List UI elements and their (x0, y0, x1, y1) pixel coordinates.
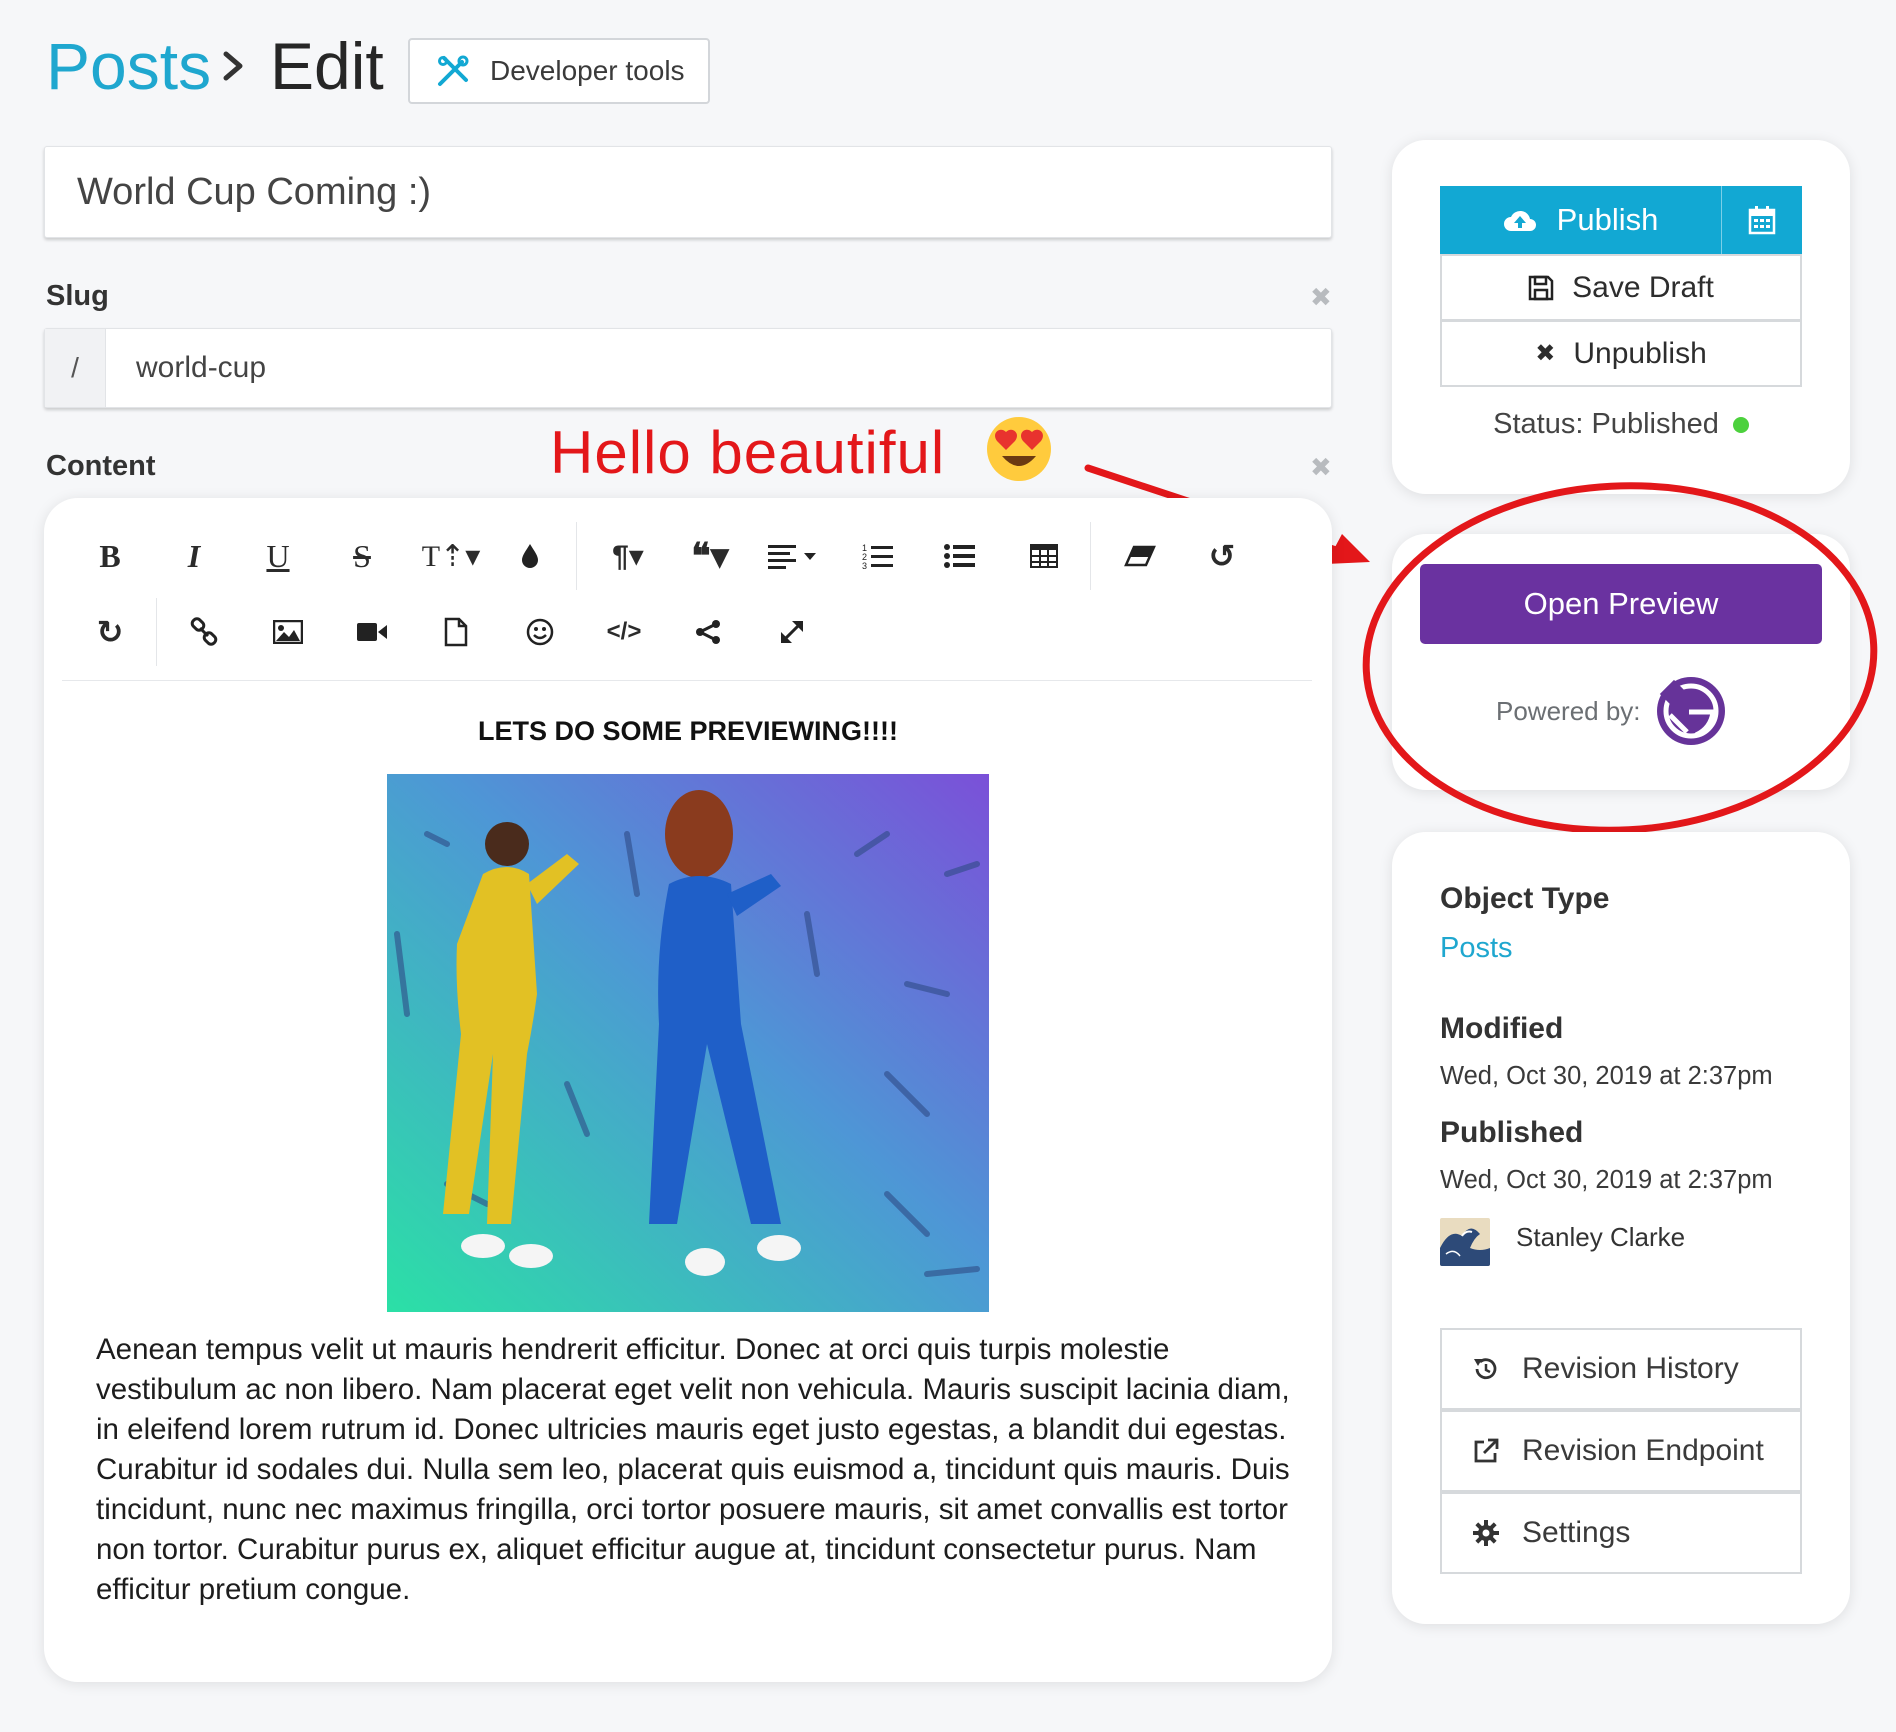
save-draft-label: Save Draft (1572, 270, 1714, 304)
bold-icon[interactable]: B (80, 528, 140, 584)
underline-icon[interactable]: U (248, 528, 308, 584)
share-icon[interactable] (678, 604, 738, 660)
unpublish-button[interactable]: ✖ Unpublish (1440, 320, 1802, 387)
strikethrough-icon[interactable]: S (332, 528, 392, 584)
annotation-ellipse (1362, 482, 1878, 834)
save-draft-button[interactable]: Save Draft (1440, 254, 1802, 321)
link-icon[interactable] (174, 604, 234, 660)
calendar-icon (1748, 206, 1776, 235)
title-input[interactable]: World Cup Coming :) (44, 146, 1332, 238)
cloud-upload-icon (1503, 210, 1536, 231)
paragraph-icon[interactable]: ¶▾ (600, 528, 656, 584)
publish-button[interactable]: Publish (1440, 186, 1722, 254)
author-name: Stanley Clarke (1516, 1222, 1686, 1252)
save-icon (1528, 275, 1554, 300)
emoji-icon[interactable] (510, 604, 570, 660)
tools-icon (438, 55, 469, 86)
toolbar-divider (576, 522, 577, 590)
revision-endpoint-button[interactable]: Revision Endpoint (1440, 1410, 1802, 1492)
content-heading[interactable]: LETS DO SOME PREVIEWING!!!! (44, 716, 1332, 747)
content-label: Content (46, 450, 156, 482)
fullscreen-icon[interactable] (762, 604, 822, 660)
unpublish-label: Unpublish (1573, 336, 1707, 370)
unordered-list-icon[interactable] (930, 528, 990, 584)
code-icon[interactable]: </> (594, 604, 654, 660)
status-text: Status: Published (1440, 408, 1802, 441)
author-avatar[interactable] (1440, 1218, 1490, 1266)
dancing-gif-image[interactable] (387, 774, 989, 1312)
slug-prefix: / (45, 329, 106, 407)
settings-label: Settings (1522, 1516, 1631, 1549)
toolbar-divider (1090, 522, 1091, 590)
color-drop-icon[interactable] (500, 528, 560, 584)
italic-icon[interactable]: I (164, 528, 224, 584)
published-label: Published (1440, 1116, 1584, 1149)
close-icon: ✖ (1535, 340, 1556, 367)
svg-text:3: 3 (862, 561, 867, 570)
breadcrumb-posts-link[interactable]: Posts (46, 26, 211, 106)
toolbar-divider (156, 598, 157, 666)
settings-button[interactable]: Settings (1440, 1492, 1802, 1574)
heart-eyes-emoji-icon (987, 417, 1051, 481)
page-title: Edit (270, 29, 384, 103)
published-value: Wed, Oct 30, 2019 at 2:37pm (1440, 1166, 1773, 1194)
video-icon[interactable] (342, 604, 402, 660)
schedule-button[interactable] (1722, 186, 1802, 254)
status-dot-icon (1732, 417, 1749, 434)
revision-history-label: Revision History (1522, 1352, 1739, 1385)
modified-label: Modified (1440, 1012, 1564, 1045)
object-type-label: Object Type (1440, 882, 1610, 915)
revision-history-button[interactable]: Revision History (1440, 1328, 1802, 1410)
chevron-right-icon (223, 51, 243, 81)
revision-endpoint-label: Revision Endpoint (1522, 1434, 1764, 1467)
redo-icon[interactable]: ↻ (80, 604, 140, 660)
content-paragraph[interactable]: Aenean tempus velit ut mauris hendrerit … (96, 1330, 1296, 1610)
annotation-text: Hello beautiful (550, 419, 946, 486)
object-type-link[interactable]: Posts (1440, 932, 1513, 965)
external-link-icon (1474, 1438, 1499, 1463)
file-icon[interactable] (426, 604, 486, 660)
history-icon (1474, 1358, 1497, 1380)
developer-tools-label: Developer tools (490, 55, 685, 86)
developer-tools-button[interactable]: Developer tools (408, 38, 710, 104)
publish-label: Publish (1556, 202, 1659, 237)
slug-clear-icon[interactable]: ✖ (1310, 282, 1332, 313)
table-icon[interactable] (1014, 528, 1074, 584)
slug-label: Slug (46, 280, 109, 312)
align-icon[interactable] (764, 528, 824, 584)
ordered-list-icon[interactable]: 123 (848, 528, 908, 584)
text-size-icon[interactable]: T⇡▾ (418, 528, 484, 584)
gear-icon (1473, 1520, 1499, 1546)
toolbar-divider-line (62, 680, 1312, 681)
modified-value: Wed, Oct 30, 2019 at 2:37pm (1440, 1062, 1773, 1090)
undo-icon[interactable]: ↺ (1192, 528, 1252, 584)
image-icon[interactable] (258, 604, 318, 660)
slug-input[interactable]: / world-cup (44, 328, 1332, 408)
publish-button-group: Publish (1440, 186, 1802, 254)
eraser-icon[interactable] (1110, 528, 1170, 584)
slug-value[interactable]: world-cup (106, 329, 266, 407)
quote-icon[interactable]: ❝▾ (680, 528, 740, 584)
